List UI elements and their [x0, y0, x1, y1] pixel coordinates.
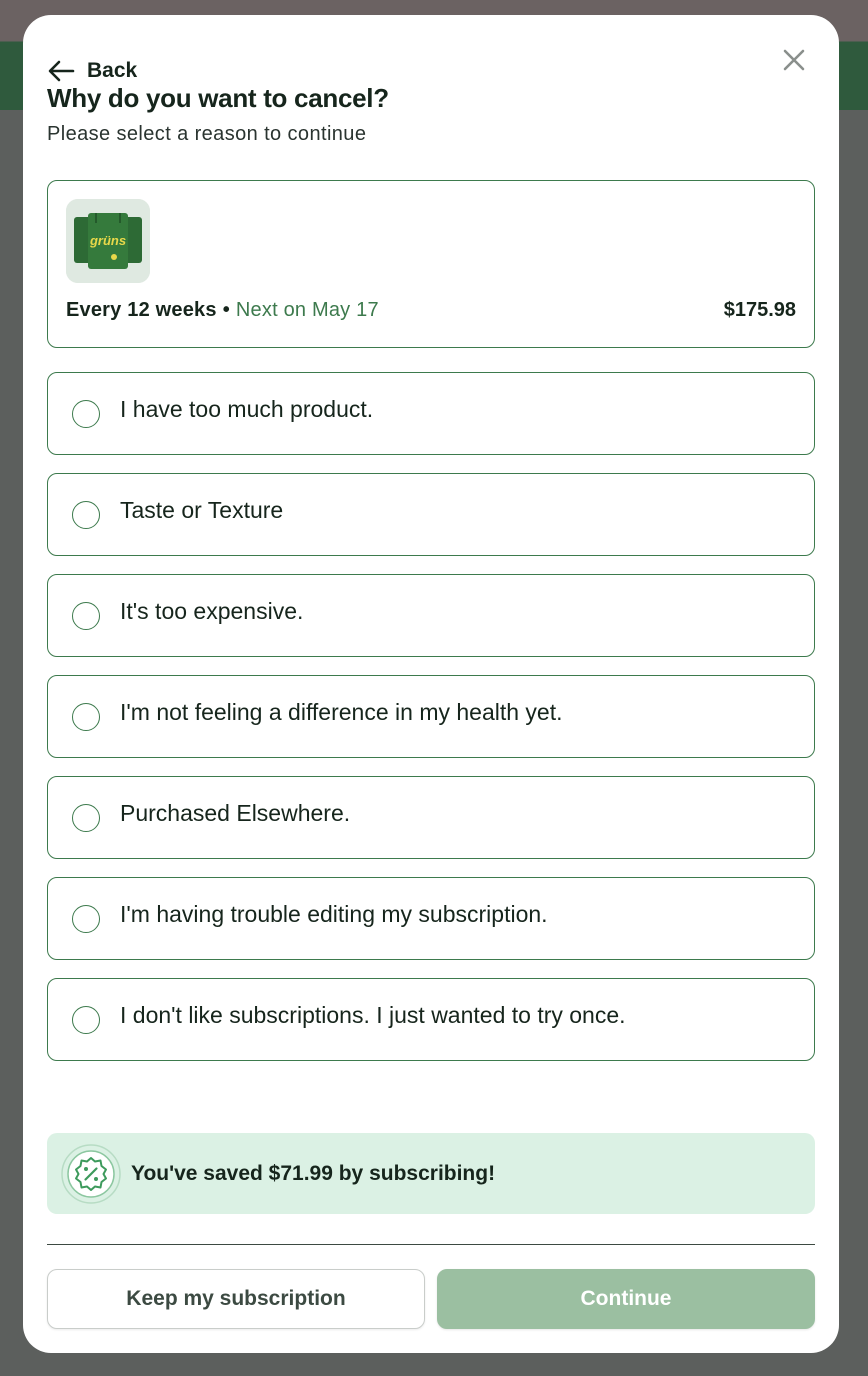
subscription-summary-card: grüns Every 12 weeks • Next on May 17 $175…: [47, 180, 815, 348]
next-shipment-date: Next on May 17: [235, 299, 379, 321]
continue-button[interactable]: Continue: [437, 1269, 815, 1329]
discount-badge-icon: [61, 1143, 121, 1204]
cancel-reasons-list: I have too much product. Taste or Textur…: [47, 372, 815, 1079]
separator-dot: •: [222, 299, 230, 321]
page-subtitle: Please select a reason to continue: [47, 123, 367, 145]
reason-label: Purchased Elsewhere.: [120, 800, 351, 826]
product-brand-text: grüns: [89, 233, 126, 248]
radio-button[interactable]: [72, 602, 100, 630]
back-button[interactable]: Back: [47, 59, 137, 83]
radio-button[interactable]: [72, 804, 100, 832]
back-label: Back: [87, 59, 138, 82]
keep-subscription-button[interactable]: Keep my subscription: [47, 1269, 425, 1329]
reason-label: I don't like subscriptions. I just wante…: [120, 1002, 626, 1028]
close-button[interactable]: [781, 47, 807, 73]
savings-banner: You've saved $71.99 by subscribing!: [47, 1133, 815, 1214]
reason-option-no-difference[interactable]: I'm not feeling a difference in my healt…: [47, 675, 815, 758]
reason-label: I'm having trouble editing my subscripti…: [120, 901, 548, 927]
radio-button[interactable]: [72, 703, 100, 731]
subscription-frequency: Every 12 weeks: [66, 299, 217, 321]
reason-label: Taste or Texture: [120, 497, 284, 523]
reason-option-taste-texture[interactable]: Taste or Texture: [47, 473, 815, 556]
reason-option-trouble-editing[interactable]: I'm having trouble editing my subscripti…: [47, 877, 815, 960]
reason-option-too-expensive[interactable]: It's too expensive.: [47, 574, 815, 657]
subscription-price: $175.98: [723, 299, 796, 321]
reason-label: I'm not feeling a difference in my healt…: [120, 699, 563, 725]
cancel-reason-modal: Back Why do you want to cancel? Please s…: [23, 15, 839, 1353]
subscription-frequency-row: Every 12 weeks • Next on May 17: [66, 299, 379, 322]
radio-button[interactable]: [72, 400, 100, 428]
reason-option-too-much-product[interactable]: I have too much product.: [47, 372, 815, 455]
savings-message: You've saved $71.99 by subscribing!: [131, 1161, 496, 1185]
reason-label: I have too much product.: [120, 396, 374, 422]
footer-divider: [47, 1244, 815, 1245]
radio-button[interactable]: [72, 501, 100, 529]
reason-label: It's too expensive.: [120, 598, 304, 624]
arrow-left-icon: [47, 59, 75, 83]
product-image: grüns: [66, 199, 150, 283]
reason-option-dont-like-subscriptions[interactable]: I don't like subscriptions. I just wante…: [47, 978, 815, 1061]
radio-button[interactable]: [72, 905, 100, 933]
page-title: Why do you want to cancel?: [47, 83, 389, 113]
close-icon: [781, 49, 807, 77]
reason-option-purchased-elsewhere[interactable]: Purchased Elsewhere.: [47, 776, 815, 859]
radio-button[interactable]: [72, 1006, 100, 1034]
